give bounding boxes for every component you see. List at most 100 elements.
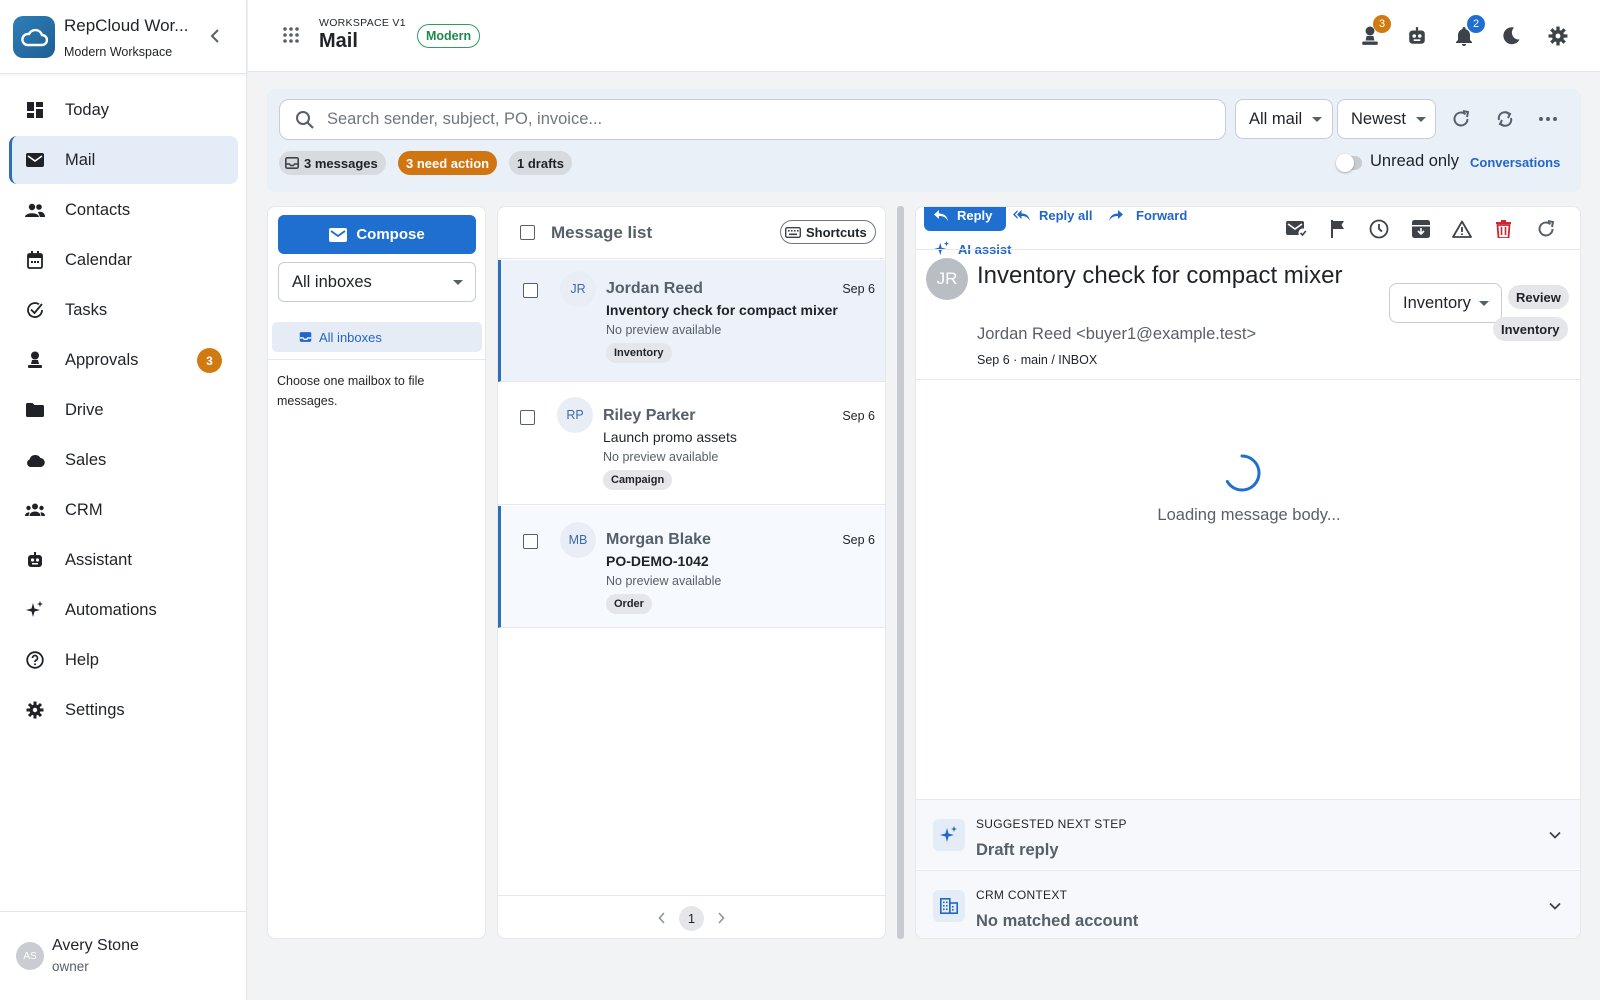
calendar-icon bbox=[25, 250, 45, 270]
flag-icon bbox=[1331, 220, 1344, 238]
chevron-left-icon[interactable] bbox=[658, 912, 666, 924]
nav-label: Help bbox=[65, 650, 99, 669]
compose-label: Compose bbox=[356, 226, 425, 243]
divider bbox=[916, 249, 1580, 250]
flag-button[interactable] bbox=[1326, 217, 1350, 241]
message-row[interactable]: JR Jordan Reed Sep 6 Inventory check for… bbox=[498, 260, 885, 382]
apps-grid-icon[interactable] bbox=[282, 26, 300, 44]
inventory-tag: Inventory bbox=[1493, 317, 1568, 341]
search-box[interactable] bbox=[279, 99, 1226, 140]
forward-label: Forward bbox=[1136, 207, 1188, 223]
message-tag: Campaign bbox=[603, 470, 673, 490]
nav-item-today[interactable]: Today bbox=[9, 86, 238, 134]
collapse-sidebar-button[interactable] bbox=[205, 26, 225, 46]
nav-item-sales[interactable]: Sales bbox=[9, 436, 238, 484]
nav-item-help[interactable]: Help bbox=[9, 636, 238, 684]
crm-context-panel[interactable]: CRM CONTEXT No matched account bbox=[916, 870, 1580, 938]
message-subject: Launch promo assets bbox=[603, 429, 737, 445]
inbox-icon bbox=[285, 157, 299, 169]
avatar: AS bbox=[16, 942, 44, 970]
message-row[interactable]: MB Morgan Blake Sep 6 PO-DEMO-1042 No pr… bbox=[498, 506, 885, 628]
nav-item-calendar[interactable]: Calendar bbox=[9, 236, 238, 284]
nav-item-automations[interactable]: Automations bbox=[9, 586, 238, 634]
clock-icon bbox=[1369, 219, 1389, 239]
message-checkbox[interactable] bbox=[523, 534, 538, 549]
nav-item-approvals[interactable]: Approvals 3 bbox=[9, 336, 238, 384]
sync-button[interactable] bbox=[1494, 108, 1516, 130]
delete-button[interactable] bbox=[1491, 217, 1515, 241]
cloud-icon bbox=[25, 450, 45, 470]
inbox-select[interactable]: All inboxes bbox=[278, 262, 476, 302]
unread-only-toggle[interactable] bbox=[1336, 154, 1362, 172]
sender-avatar: MB bbox=[560, 522, 596, 558]
sort-select[interactable]: Newest bbox=[1337, 99, 1436, 139]
message-tag: Order bbox=[606, 594, 652, 614]
refresh-icon bbox=[1538, 220, 1555, 237]
refresh-button[interactable] bbox=[1450, 108, 1472, 130]
assistant-button[interactable] bbox=[1405, 24, 1429, 48]
review-tag: Review bbox=[1508, 285, 1569, 309]
mark-read-button[interactable] bbox=[1285, 217, 1309, 241]
messages-count-chip: 3 messages bbox=[279, 151, 386, 175]
reply-icon bbox=[934, 209, 948, 221]
loading-spinner-icon bbox=[1225, 454, 1261, 492]
report-spam-button[interactable] bbox=[1450, 217, 1474, 241]
more-options-button[interactable] bbox=[1537, 108, 1559, 130]
search-input[interactable] bbox=[327, 110, 1207, 129]
brand-title: RepCloud Wor... bbox=[64, 16, 189, 35]
category-select[interactable]: Inventory bbox=[1389, 283, 1502, 323]
robot-icon bbox=[25, 550, 45, 570]
shortcuts-button[interactable]: Shortcuts bbox=[780, 220, 876, 244]
select-all-checkbox[interactable] bbox=[520, 225, 535, 240]
pane-resize-handle[interactable] bbox=[897, 206, 904, 939]
message-checkbox[interactable] bbox=[520, 410, 535, 425]
conversations-link[interactable]: Conversations bbox=[1470, 155, 1560, 170]
nav-item-assistant[interactable]: Assistant bbox=[9, 536, 238, 584]
chevron-left-icon bbox=[210, 29, 219, 43]
nav-item-settings[interactable]: Settings bbox=[9, 686, 238, 734]
forward-button[interactable]: Forward bbox=[1109, 207, 1188, 227]
reply-all-button[interactable]: Reply all bbox=[1013, 207, 1092, 227]
chevron-down-icon bbox=[1416, 116, 1427, 122]
archive-button[interactable] bbox=[1409, 217, 1433, 241]
nav-item-crm[interactable]: CRM bbox=[9, 486, 238, 534]
theme-toggle-button[interactable] bbox=[1499, 24, 1523, 48]
reload-message-button[interactable] bbox=[1534, 217, 1558, 241]
nav-label: Drive bbox=[65, 400, 104, 419]
keyboard-icon bbox=[785, 226, 801, 238]
nav-label: Approvals bbox=[65, 350, 139, 369]
category-value: Inventory bbox=[1403, 293, 1471, 312]
approvals-count-badge: 3 bbox=[197, 348, 222, 373]
message-sender: Riley Parker bbox=[603, 407, 696, 424]
divider bbox=[916, 379, 1580, 380]
settings-button[interactable] bbox=[1546, 24, 1570, 48]
sparkle-icon bbox=[25, 600, 45, 620]
nav-label: Contacts bbox=[65, 200, 131, 219]
nav-label: Tasks bbox=[65, 300, 108, 319]
mail-filter-select[interactable]: All mail bbox=[1235, 99, 1333, 139]
page-number[interactable]: 1 bbox=[679, 906, 704, 931]
compose-button[interactable]: Compose bbox=[278, 215, 476, 254]
reply-all-icon bbox=[1013, 209, 1030, 221]
notifications-button[interactable]: 2 bbox=[1452, 15, 1485, 48]
snooze-button[interactable] bbox=[1367, 217, 1391, 241]
chevron-right-icon[interactable] bbox=[717, 912, 725, 924]
nav-item-tasks[interactable]: Tasks bbox=[9, 286, 238, 334]
message-list-header: Message list Shortcuts bbox=[498, 207, 885, 259]
folder-item-all-inboxes[interactable]: All inboxes bbox=[272, 322, 482, 352]
message-checkbox[interactable] bbox=[523, 283, 538, 298]
nav-item-contacts[interactable]: Contacts bbox=[9, 186, 238, 234]
reply-button[interactable]: Reply bbox=[924, 207, 1007, 231]
message-date: Sep 6 bbox=[842, 409, 875, 423]
approvals-button[interactable]: 3 bbox=[1358, 15, 1391, 48]
suggested-next-step-panel[interactable]: SUGGESTED NEXT STEP Draft reply bbox=[916, 799, 1580, 869]
nav-item-drive[interactable]: Drive bbox=[9, 386, 238, 434]
drafts-chip: 1 drafts bbox=[509, 151, 572, 175]
chevron-down-icon bbox=[1549, 902, 1561, 910]
user-profile[interactable]: AS Avery Stone owner bbox=[0, 911, 247, 1000]
message-meta: Sep 6 · main / INBOX bbox=[977, 353, 1098, 367]
nav-item-mail[interactable]: Mail bbox=[9, 136, 238, 184]
panel-title: No matched account bbox=[976, 912, 1139, 930]
message-row[interactable]: RP Riley Parker Sep 6 Launch promo asset… bbox=[498, 383, 885, 505]
sort-value: Newest bbox=[1351, 109, 1407, 128]
